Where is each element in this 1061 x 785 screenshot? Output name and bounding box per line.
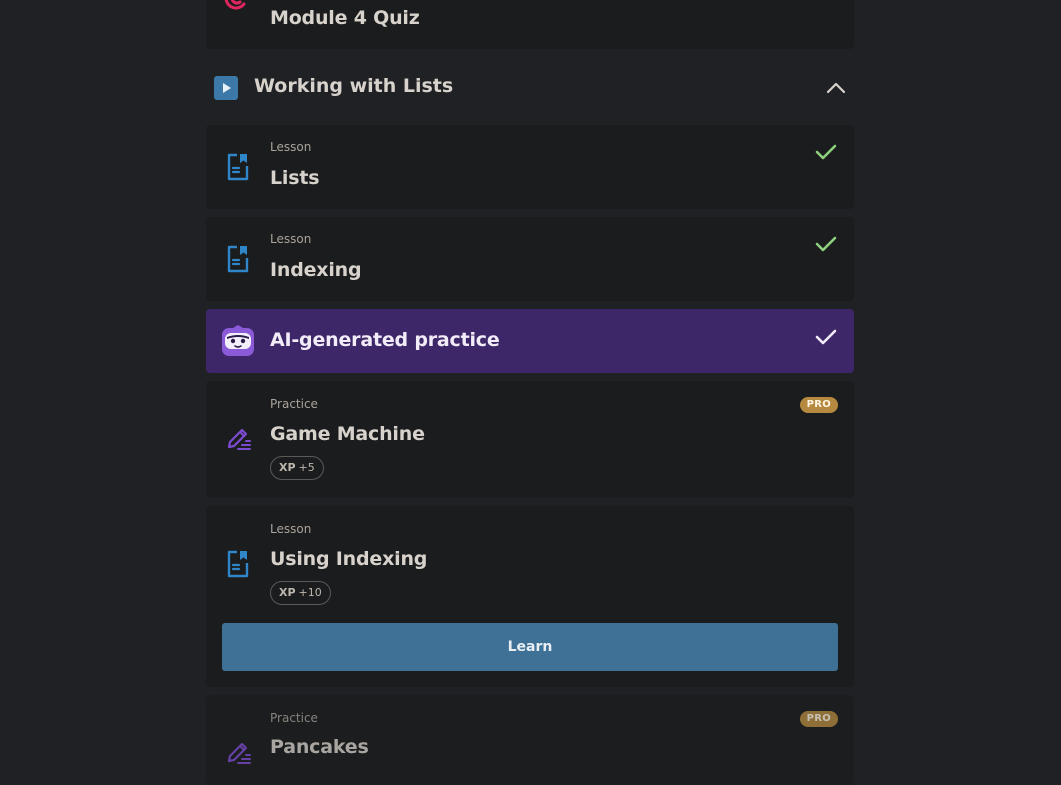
item-kind: Practice: [270, 397, 318, 411]
item-title: Indexing: [270, 259, 362, 281]
xp-badge: XP +10: [270, 581, 331, 605]
lesson-document-icon: [226, 245, 250, 277]
lesson-card-using-indexing[interactable]: Lesson Using Indexing XP +10 Learn: [206, 506, 854, 687]
item-title: Game Machine: [270, 423, 425, 445]
lesson-document-icon: [226, 550, 250, 582]
xp-label: XP: [279, 461, 296, 474]
section-title: Working with Lists: [254, 75, 454, 97]
item-kind: Lesson: [270, 232, 312, 246]
xp-value: +10: [298, 586, 322, 599]
ai-practice-banner[interactable]: AI-generated practice: [206, 309, 854, 373]
pro-badge: PRO: [799, 397, 838, 413]
section-header[interactable]: Working with Lists: [206, 60, 854, 116]
quiz-card[interactable]: Module 4 Quiz: [206, 0, 854, 49]
practice-card-game-machine[interactable]: Practice PRO Game Machine XP +5: [206, 381, 854, 498]
checkmark-icon: [814, 327, 838, 351]
ai-practice-title: AI-generated practice: [270, 329, 500, 351]
practice-card-pancakes[interactable]: Practice PRO Pancakes: [206, 695, 854, 785]
checkmark-icon: [814, 234, 838, 258]
practice-pencil-icon: [226, 740, 252, 770]
lesson-document-icon: [226, 153, 250, 185]
xp-label: XP: [279, 586, 296, 599]
item-title: Using Indexing: [270, 548, 428, 570]
lesson-card-lists[interactable]: Lesson Lists: [206, 125, 854, 209]
item-title: Pancakes: [270, 736, 369, 758]
lesson-card-indexing[interactable]: Lesson Indexing: [206, 217, 854, 301]
pro-badge: PRO: [799, 711, 838, 727]
chevron-up-icon[interactable]: [824, 78, 848, 102]
checkmark-icon: [814, 142, 838, 166]
ai-robot-icon: [221, 325, 255, 361]
practice-pencil-icon: [226, 426, 252, 456]
item-kind: Practice: [270, 711, 318, 725]
item-title: Lists: [270, 167, 320, 189]
item-kind: Lesson: [270, 140, 312, 154]
quiz-target-icon: [222, 0, 252, 20]
play-icon: [214, 76, 238, 104]
item-kind: Lesson: [270, 522, 312, 536]
quiz-title: Module 4 Quiz: [270, 7, 420, 29]
learn-button[interactable]: Learn: [222, 623, 838, 671]
xp-badge: XP +5: [270, 456, 324, 480]
xp-value: +5: [298, 461, 315, 474]
